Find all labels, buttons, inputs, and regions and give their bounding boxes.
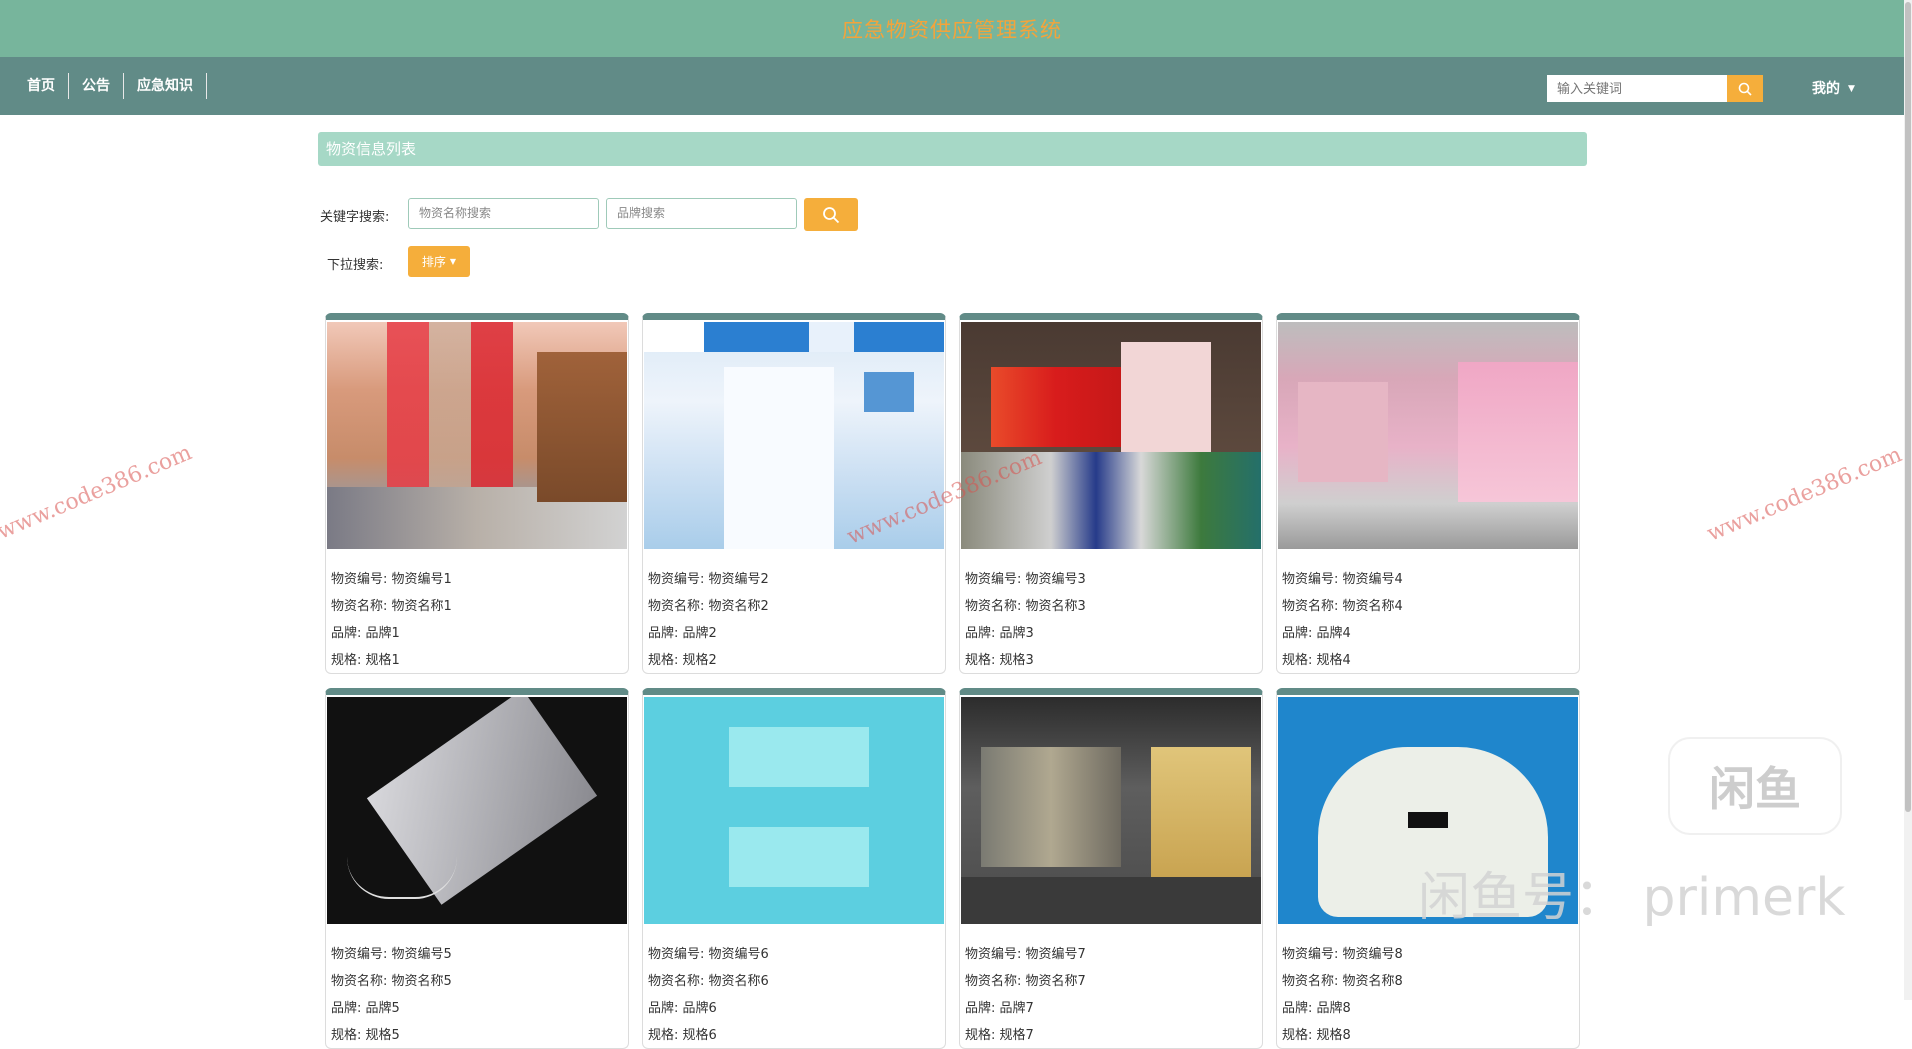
item-spec: 规格: 规格8 (1282, 1028, 1351, 1043)
item-code: 物资编号: 物资编号7 (965, 947, 1086, 962)
caret-down-icon: ▼ (1848, 84, 1855, 94)
item-spec: 规格: 规格2 (648, 653, 717, 668)
app-title-bar: 应急物资供应管理系统 (0, 0, 1904, 57)
search-icon (1738, 82, 1752, 96)
item-code: 物资编号: 物资编号1 (331, 572, 452, 587)
header-search-button[interactable] (1727, 75, 1763, 102)
item-image (327, 322, 627, 549)
brand-search-input[interactable]: 品牌搜索 (606, 198, 797, 229)
scrollbar-thumb[interactable] (1905, 2, 1911, 812)
account-menu[interactable]: 我的 ▼ (1812, 78, 1855, 98)
item-spec: 规格: 规格3 (965, 653, 1034, 668)
nav-item-notice[interactable]: 公告 (69, 73, 124, 99)
item-brand: 品牌: 品牌3 (965, 626, 1034, 641)
item-spec: 规格: 规格7 (965, 1028, 1034, 1043)
item-brand: 品牌: 品牌6 (648, 1001, 717, 1016)
item-name: 物资名称: 物资名称1 (331, 599, 452, 614)
item-name: 物资名称: 物资名称3 (965, 599, 1086, 614)
item-card[interactable]: 物资编号: 物资编号1 物资名称: 物资名称1 品牌: 品牌1 规格: 规格1 (325, 313, 629, 674)
item-code: 物资编号: 物资编号3 (965, 572, 1086, 587)
xianyu-logo: 闲鱼 (1668, 737, 1842, 835)
item-code: 物资编号: 物资编号8 (1282, 947, 1403, 962)
site-watermark: www.code386.com (0, 440, 196, 545)
app-title: 应急物资供应管理系统 (842, 17, 1062, 42)
sort-label: 排序 (421, 255, 446, 269)
item-image (1278, 322, 1578, 549)
item-image (644, 322, 944, 549)
item-image (961, 322, 1261, 549)
item-image (1278, 697, 1578, 924)
item-card[interactable]: 物资编号: 物资编号2 物资名称: 物资名称2 品牌: 品牌2 规格: 规格2 (642, 313, 946, 674)
item-card[interactable]: 物资编号: 物资编号6 物资名称: 物资名称6 品牌: 品牌6 规格: 规格6 (642, 688, 946, 1049)
item-spec: 规格: 规格1 (331, 653, 400, 668)
item-name: 物资名称: 物资名称7 (965, 974, 1086, 989)
site-watermark: www.code386.com (1703, 442, 1906, 547)
page-scrollbar[interactable] (1904, 0, 1912, 1000)
item-code: 物资编号: 物资编号2 (648, 572, 769, 587)
item-code: 物资编号: 物资编号4 (1282, 572, 1403, 587)
item-name: 物资名称: 物资名称2 (648, 599, 769, 614)
dropdown-search-label: 下拉搜索: (327, 258, 384, 273)
name-search-input[interactable]: 物资名称搜索 (408, 198, 599, 229)
item-brand: 品牌: 品牌7 (965, 1001, 1034, 1016)
item-name: 物资名称: 物资名称8 (1282, 974, 1403, 989)
item-name: 物资名称: 物资名称4 (1282, 599, 1403, 614)
item-image (961, 697, 1261, 924)
item-code: 物资编号: 物资编号6 (648, 947, 769, 962)
section-title: 物资信息列表 (318, 132, 1587, 166)
item-brand: 品牌: 品牌5 (331, 1001, 400, 1016)
item-card[interactable]: 物资编号: 物资编号4 物资名称: 物资名称4 品牌: 品牌4 规格: 规格4 (1276, 313, 1580, 674)
item-spec: 规格: 规格6 (648, 1028, 717, 1043)
item-image (644, 697, 944, 924)
item-card[interactable]: 物资编号: 物资编号3 物资名称: 物资名称3 品牌: 品牌3 规格: 规格3 (959, 313, 1263, 674)
search-icon (823, 206, 840, 223)
item-code: 物资编号: 物资编号5 (331, 947, 452, 962)
item-brand: 品牌: 品牌4 (1282, 626, 1351, 641)
item-spec: 规格: 规格5 (331, 1028, 400, 1043)
nav-item-knowledge[interactable]: 应急知识 (124, 73, 207, 99)
item-card[interactable]: 物资编号: 物资编号8 物资名称: 物资名称8 品牌: 品牌8 规格: 规格8 (1276, 688, 1580, 1049)
item-card[interactable]: 物资编号: 物资编号5 物资名称: 物资名称5 品牌: 品牌5 规格: 规格5 (325, 688, 629, 1049)
keyword-search-label: 关键字搜索: (320, 210, 390, 225)
item-name: 物资名称: 物资名称6 (648, 974, 769, 989)
account-label: 我的 (1812, 81, 1840, 97)
sort-dropdown-button[interactable]: 排序 ▼ (408, 246, 470, 277)
item-card[interactable]: 物资编号: 物资编号7 物资名称: 物资名称7 品牌: 品牌7 规格: 规格7 (959, 688, 1263, 1049)
item-brand: 品牌: 品牌2 (648, 626, 717, 641)
item-brand: 品牌: 品牌1 (331, 626, 400, 641)
caret-down-icon: ▼ (449, 257, 457, 266)
item-name: 物资名称: 物资名称5 (331, 974, 452, 989)
nav-item-home[interactable]: 首页 (14, 73, 69, 99)
item-image (327, 697, 627, 924)
filter-search-button[interactable] (804, 198, 858, 231)
item-spec: 规格: 规格4 (1282, 653, 1351, 668)
item-brand: 品牌: 品牌8 (1282, 1001, 1351, 1016)
